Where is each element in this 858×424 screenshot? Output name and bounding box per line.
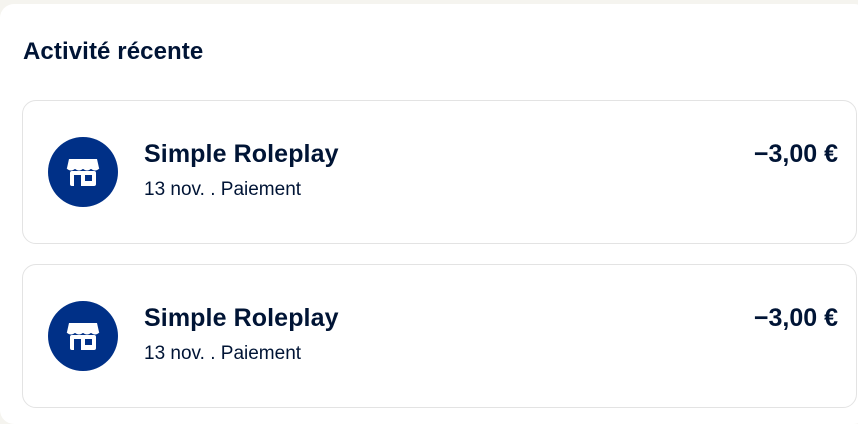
transaction-row[interactable]: Simple Roleplay 13 nov. . Paiement −3,00… (22, 264, 857, 408)
storefront-icon (48, 137, 118, 207)
transaction-type: Paiement (220, 343, 302, 364)
section-title: Activité récente (23, 38, 204, 65)
transaction-row[interactable]: Simple Roleplay 13 nov. . Paiement −3,00… (22, 100, 857, 244)
transaction-meta: 13 nov. . Paiement (144, 179, 301, 201)
transaction-amount: −3,00 € (753, 140, 838, 168)
recent-activity-panel: Activité récente Simple Roleplay 13 nov.… (0, 4, 858, 424)
meta-separator: . (210, 343, 216, 364)
meta-separator: . (210, 179, 216, 200)
storefront-icon (48, 301, 118, 371)
merchant-name: Simple Roleplay (144, 140, 339, 168)
transaction-meta: 13 nov. . Paiement (144, 343, 301, 365)
transaction-date: 13 nov. (144, 343, 205, 364)
transaction-type: Paiement (220, 179, 302, 200)
transaction-date: 13 nov. (144, 179, 205, 200)
merchant-name: Simple Roleplay (144, 304, 339, 332)
transaction-amount: −3,00 € (753, 304, 838, 332)
